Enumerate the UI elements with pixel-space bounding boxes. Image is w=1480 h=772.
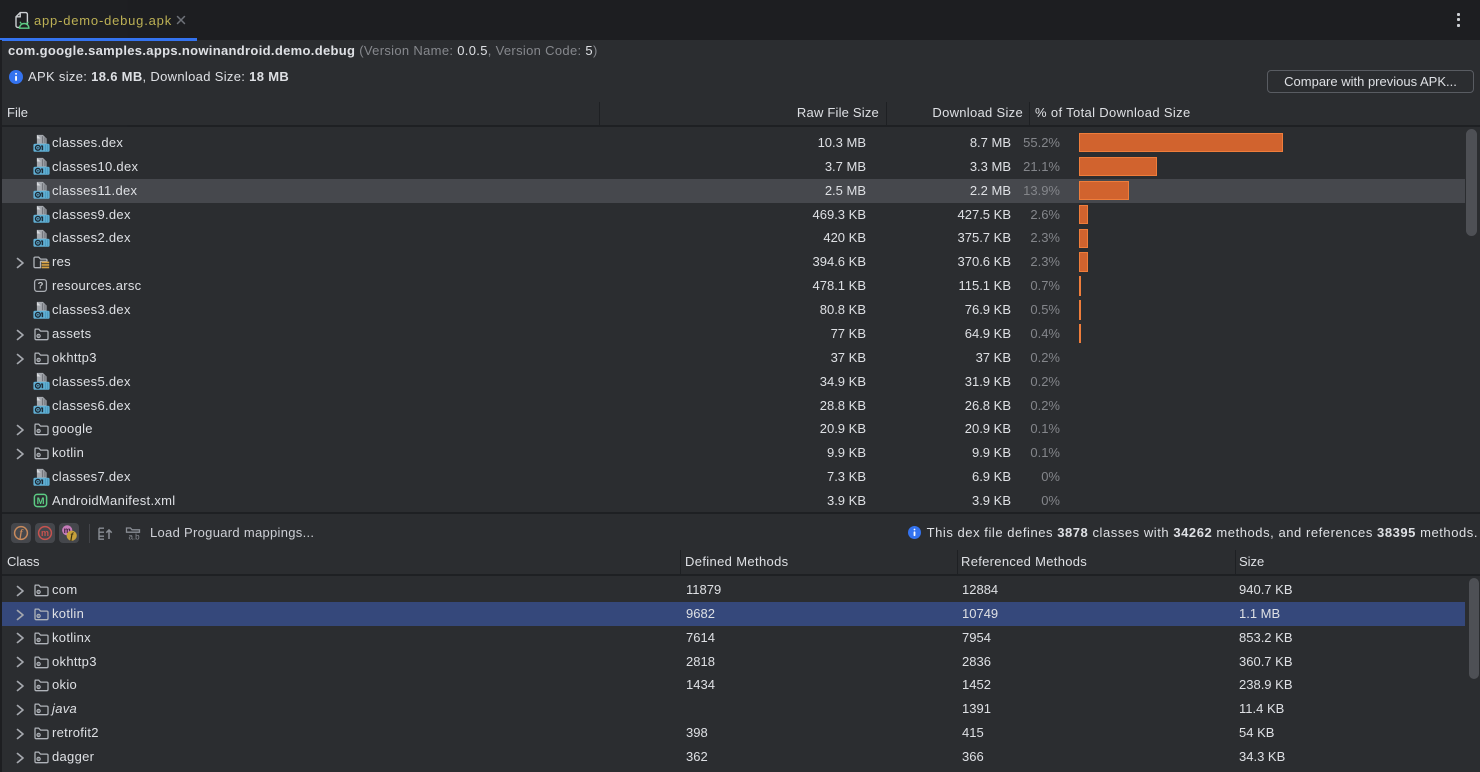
svg-text:?: ?	[38, 281, 44, 292]
svg-text:m: m	[41, 528, 49, 538]
svg-text:f: f	[19, 529, 24, 540]
svg-text:a.b: a.b	[128, 533, 140, 542]
svg-text:M: M	[37, 496, 45, 507]
